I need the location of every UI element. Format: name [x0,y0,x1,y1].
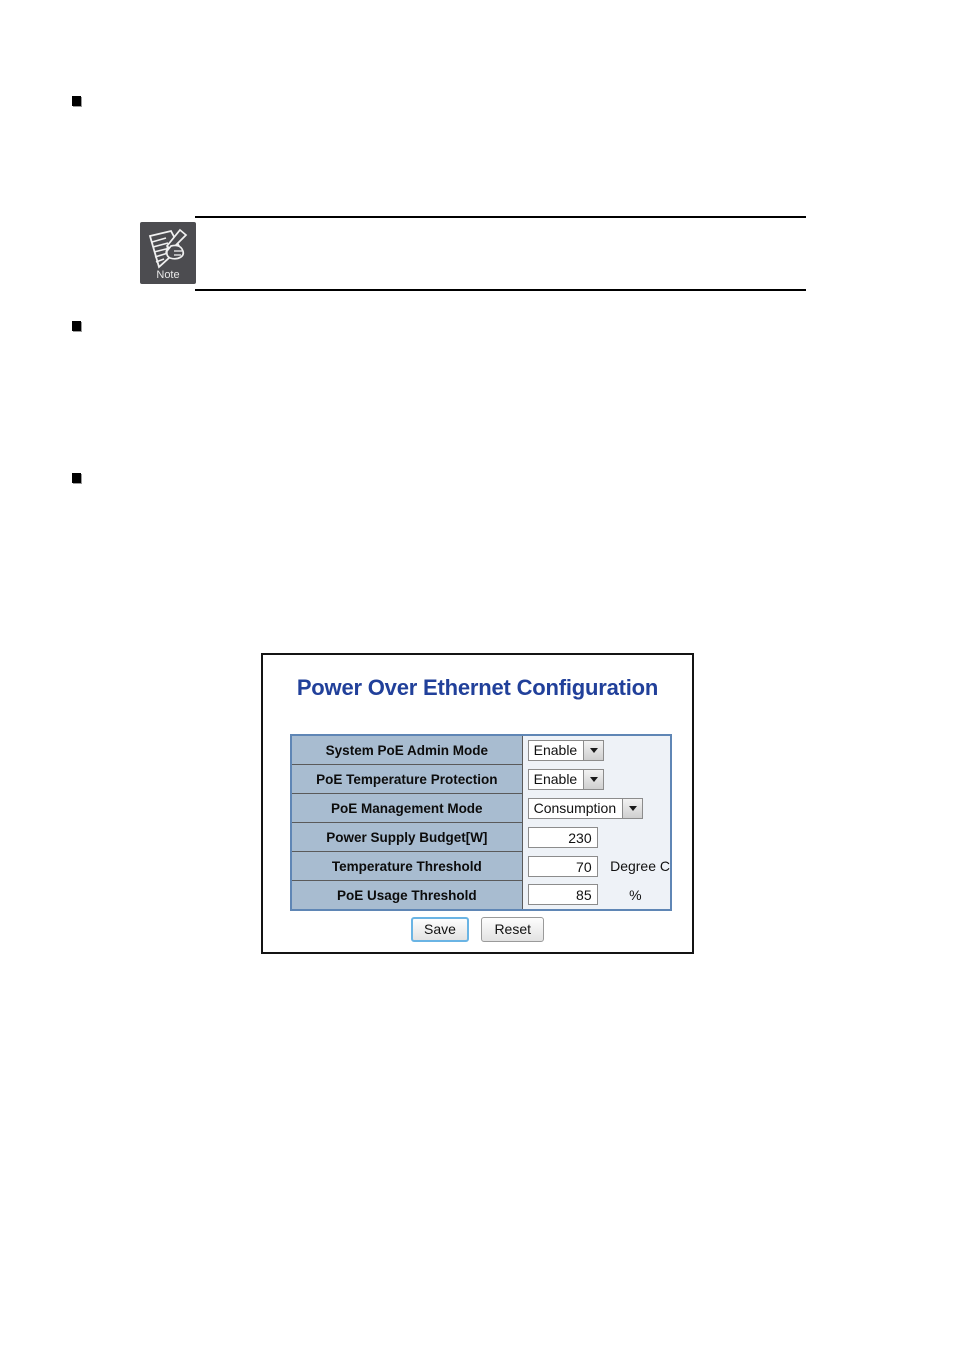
save-button[interactable]: Save [410,917,469,942]
poe-configuration-panel: Power Over Ethernet Configuration System… [261,653,694,954]
row-value-poe-management-mode: Consumption [522,793,671,823]
row-label-poe-management-mode: PoE Management Mode [291,793,523,823]
note-rule-box [195,216,806,291]
system-poe-admin-mode-select[interactable]: Enable [527,739,605,761]
row-value-poe-temperature-protection: Enable [522,764,671,794]
note-pen-paper-icon: Note [140,222,196,284]
table-row: Temperature Threshold 70 Degree C [291,851,671,881]
row-label-temperature-threshold: Temperature Threshold [291,851,523,881]
poe-temperature-protection-value: Enable [527,768,584,790]
row-value-temperature-threshold: 70 Degree C [522,851,671,881]
table-row: PoE Usage Threshold 85 % [291,880,671,911]
row-label-poe-temperature-protection: PoE Temperature Protection [291,764,523,794]
system-poe-admin-mode-value: Enable [527,739,584,761]
panel-button-bar: Save Reset [263,917,692,942]
note-icon-label: Note [156,269,179,281]
table-row: PoE Temperature Protection Enable [291,764,671,794]
table-row: System PoE Admin Mode Enable [291,734,671,765]
page-title: Power Over Ethernet Configuration [296,675,659,700]
row-value-poe-usage-threshold: 85 % [522,880,671,910]
row-label-poe-usage-threshold: PoE Usage Threshold [291,880,523,911]
poe-management-mode-select[interactable]: Consumption [527,797,644,819]
power-supply-budget-input[interactable]: 230 [527,826,598,848]
poe-temperature-protection-select[interactable]: Enable [527,768,605,790]
poe-settings-table: System PoE Admin Mode Enable PoE Tempera… [290,734,672,911]
chevron-down-icon[interactable] [622,797,644,819]
bullet-marker-1 [72,96,81,106]
table-row: PoE Management Mode Consumption [291,793,671,823]
row-value-power-supply-budget: 230 [522,822,671,852]
temperature-threshold-unit: Degree C [610,858,670,874]
table-row: Power Supply Budget[W] 230 [291,822,671,852]
poe-management-mode-value: Consumption [527,797,623,819]
temperature-threshold-input[interactable]: 70 [527,855,598,877]
row-label-system-poe-admin-mode: System PoE Admin Mode [291,734,523,765]
chevron-down-icon[interactable] [583,768,605,790]
poe-usage-threshold-input[interactable]: 85 [527,884,598,906]
row-value-system-poe-admin-mode: Enable [522,735,671,765]
bullet-marker-2 [72,321,81,331]
reset-button[interactable]: Reset [481,917,545,942]
row-label-power-supply-budget: Power Supply Budget[W] [291,822,523,852]
poe-usage-threshold-unit: % [629,886,642,903]
bullet-marker-3 [72,473,81,483]
chevron-down-icon[interactable] [583,739,605,761]
note-callout: Note [140,216,806,291]
